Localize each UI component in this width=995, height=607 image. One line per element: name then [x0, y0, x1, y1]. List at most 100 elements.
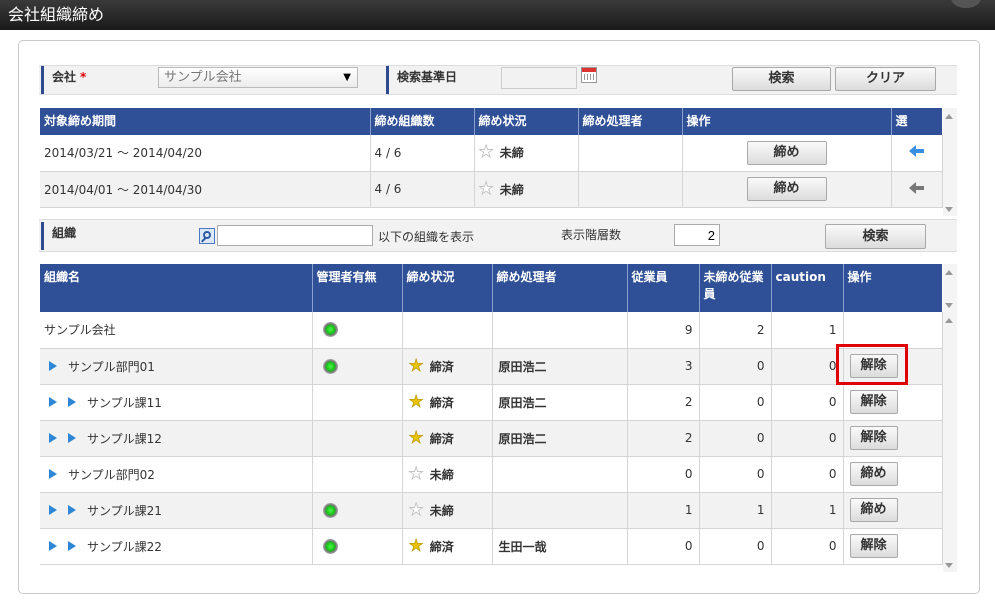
clear-button[interactable]: クリア — [835, 67, 936, 91]
org-header-name: 組織名 — [40, 264, 313, 312]
org-name[interactable]: サンプル会社 — [44, 323, 116, 337]
org-header-manager: 管理者有無 — [312, 264, 403, 312]
release-button[interactable]: 解除 — [849, 426, 898, 450]
org-action-cell: 解除 — [843, 384, 943, 421]
org-body-scrollbar[interactable] — [943, 312, 957, 572]
status-led-icon — [322, 322, 338, 338]
arrow-left-icon[interactable] — [908, 145, 925, 158]
org-table-body: サンプル会社 9 2 1 サンプル部門01 ★ 締済 原田浩二 3 0 0 解除 サンプル課11 ★ 締済原… — [40, 312, 943, 565]
period-cell: 2014/04/01 ～ 2014/04/30 — [40, 171, 371, 208]
calendar-icon[interactable] — [581, 67, 597, 83]
org-processor-cell: 原田浩二 — [492, 384, 628, 421]
org-name-cell: サンプル課11 — [40, 384, 313, 421]
release-button[interactable]: 解除 — [849, 390, 898, 414]
org-row: サンプル課22 ★ 締済 生田一哉 0 0 0 解除 — [40, 528, 943, 565]
expand-triangle-icon[interactable] — [68, 505, 76, 515]
arrow-left-icon[interactable] — [908, 181, 925, 194]
period-cell: 2014/03/21 ～ 2014/04/20 — [40, 135, 371, 172]
window-corner-decoration — [951, 0, 981, 8]
star-empty-icon: ★ — [478, 178, 494, 199]
caution-cell: 0 — [771, 528, 844, 565]
star-empty-icon: ★ — [408, 463, 424, 484]
status-led-icon — [322, 538, 338, 554]
scroll-up-icon[interactable] — [945, 270, 953, 275]
levels-input[interactable] — [674, 224, 720, 246]
org-name[interactable]: サンプル課11 — [87, 396, 162, 410]
manager-cell — [312, 420, 403, 457]
unclosed-cell: 2 — [699, 312, 772, 349]
period-header-row: 対象締め期間 締め組織数 締め状況 締め処理者 操作 選 — [40, 108, 942, 135]
org-input[interactable] — [217, 225, 373, 246]
close-button[interactable]: 締め — [849, 462, 898, 486]
close-period-button[interactable]: 締め — [746, 177, 827, 201]
caution-cell: 0 — [771, 420, 844, 457]
expand-triangle-icon[interactable] — [68, 397, 76, 407]
expand-triangle-icon[interactable] — [68, 433, 76, 443]
period-header-select: 選 — [891, 108, 942, 135]
org-row: サンプル課11 ★ 締済 原田浩二 2 0 0 解除 — [40, 384, 943, 421]
employees-cell: 9 — [627, 312, 700, 349]
scroll-down-icon[interactable] — [945, 303, 953, 308]
employees-cell: 2 — [627, 420, 700, 457]
period-action-cell: 締め — [682, 171, 892, 208]
unclosed-cell: 0 — [699, 384, 772, 421]
expand-triangle-icon[interactable] — [49, 397, 57, 407]
scroll-up-icon[interactable] — [945, 318, 953, 323]
org-name-cell: サンプル課12 — [40, 420, 313, 457]
org-action-cell: 解除 — [843, 348, 943, 385]
close-button[interactable]: 締め — [849, 498, 898, 522]
employees-cell: 0 — [627, 456, 700, 493]
org-header-employees: 従業員 — [627, 264, 700, 312]
org-table: 組織名 管理者有無 締め状況 締め処理者 従業員 未締め従業員 caution … — [40, 264, 943, 565]
star-filled-icon: ★ — [408, 427, 424, 448]
org-search-button[interactable]: 検索 — [825, 224, 926, 249]
org-name[interactable]: サンプル課21 — [87, 504, 162, 518]
chevron-down-icon: ▼ — [343, 72, 351, 83]
search-button[interactable]: 検索 — [732, 67, 831, 91]
period-header-count: 締め組織数 — [370, 108, 475, 135]
search-icon[interactable] — [199, 228, 215, 244]
expand-triangle-icon[interactable] — [49, 541, 57, 551]
close-period-button[interactable]: 締め — [746, 140, 827, 165]
release-button[interactable]: 解除 — [849, 354, 898, 378]
star-filled-icon: ★ — [408, 535, 424, 556]
expand-triangle-icon[interactable] — [49, 433, 57, 443]
company-select[interactable]: サンプル会社 ▼ — [158, 67, 358, 88]
star-filled-icon: ★ — [408, 355, 424, 376]
period-count-cell: 4 / 6 — [370, 171, 475, 208]
scroll-down-icon[interactable] — [945, 207, 953, 212]
unclosed-cell: 0 — [699, 420, 772, 457]
org-row: サンプル課12 ★ 締済 原田浩二 2 0 0 解除 — [40, 420, 943, 457]
employees-cell: 3 — [627, 348, 700, 385]
expand-triangle-icon[interactable] — [49, 361, 57, 371]
expand-triangle-icon[interactable] — [68, 541, 76, 551]
period-header-period: 対象締め期間 — [40, 108, 371, 135]
org-header-status: 締め状況 — [402, 264, 493, 312]
manager-cell — [312, 348, 403, 385]
org-name[interactable]: サンプル課22 — [87, 540, 162, 554]
org-status-cell: ★ 締済 — [402, 384, 493, 421]
caution-cell: 1 — [771, 492, 844, 529]
status-led-icon — [322, 358, 338, 374]
org-row: サンプル会社 9 2 1 — [40, 312, 943, 349]
org-table-wrap: 組織名 管理者有無 締め状況 締め処理者 従業員 未締め従業員 caution … — [40, 264, 943, 565]
org-header-row: 組織名 管理者有無 締め状況 締め処理者 従業員 未締め従業員 caution … — [40, 264, 942, 312]
scroll-down-icon[interactable] — [945, 563, 953, 568]
scroll-up-icon[interactable] — [945, 114, 953, 119]
expand-triangle-icon[interactable] — [49, 469, 57, 479]
period-scrollbar[interactable] — [943, 108, 957, 216]
release-button[interactable]: 解除 — [849, 534, 898, 558]
org-name[interactable]: サンプル部門02 — [68, 468, 155, 482]
org-header-scrollbar[interactable] — [943, 264, 957, 312]
org-row: サンプル部門02 ★ 未締 0 0 0 締め — [40, 456, 943, 493]
period-table-wrap: 対象締め期間 締め組織数 締め状況 締め処理者 操作 選 2014/03/21 … — [40, 108, 943, 208]
expand-triangle-icon[interactable] — [49, 505, 57, 515]
base-date-label: 検索基準日 — [386, 66, 457, 94]
org-status-cell — [402, 312, 493, 349]
org-status-cell: ★ 未締 — [402, 456, 493, 493]
base-date-input[interactable] — [501, 67, 577, 89]
org-name[interactable]: サンプル部門01 — [68, 360, 155, 374]
caution-cell: 0 — [771, 456, 844, 493]
org-name[interactable]: サンプル課12 — [87, 432, 162, 446]
caution-cell: 1 — [771, 312, 844, 349]
